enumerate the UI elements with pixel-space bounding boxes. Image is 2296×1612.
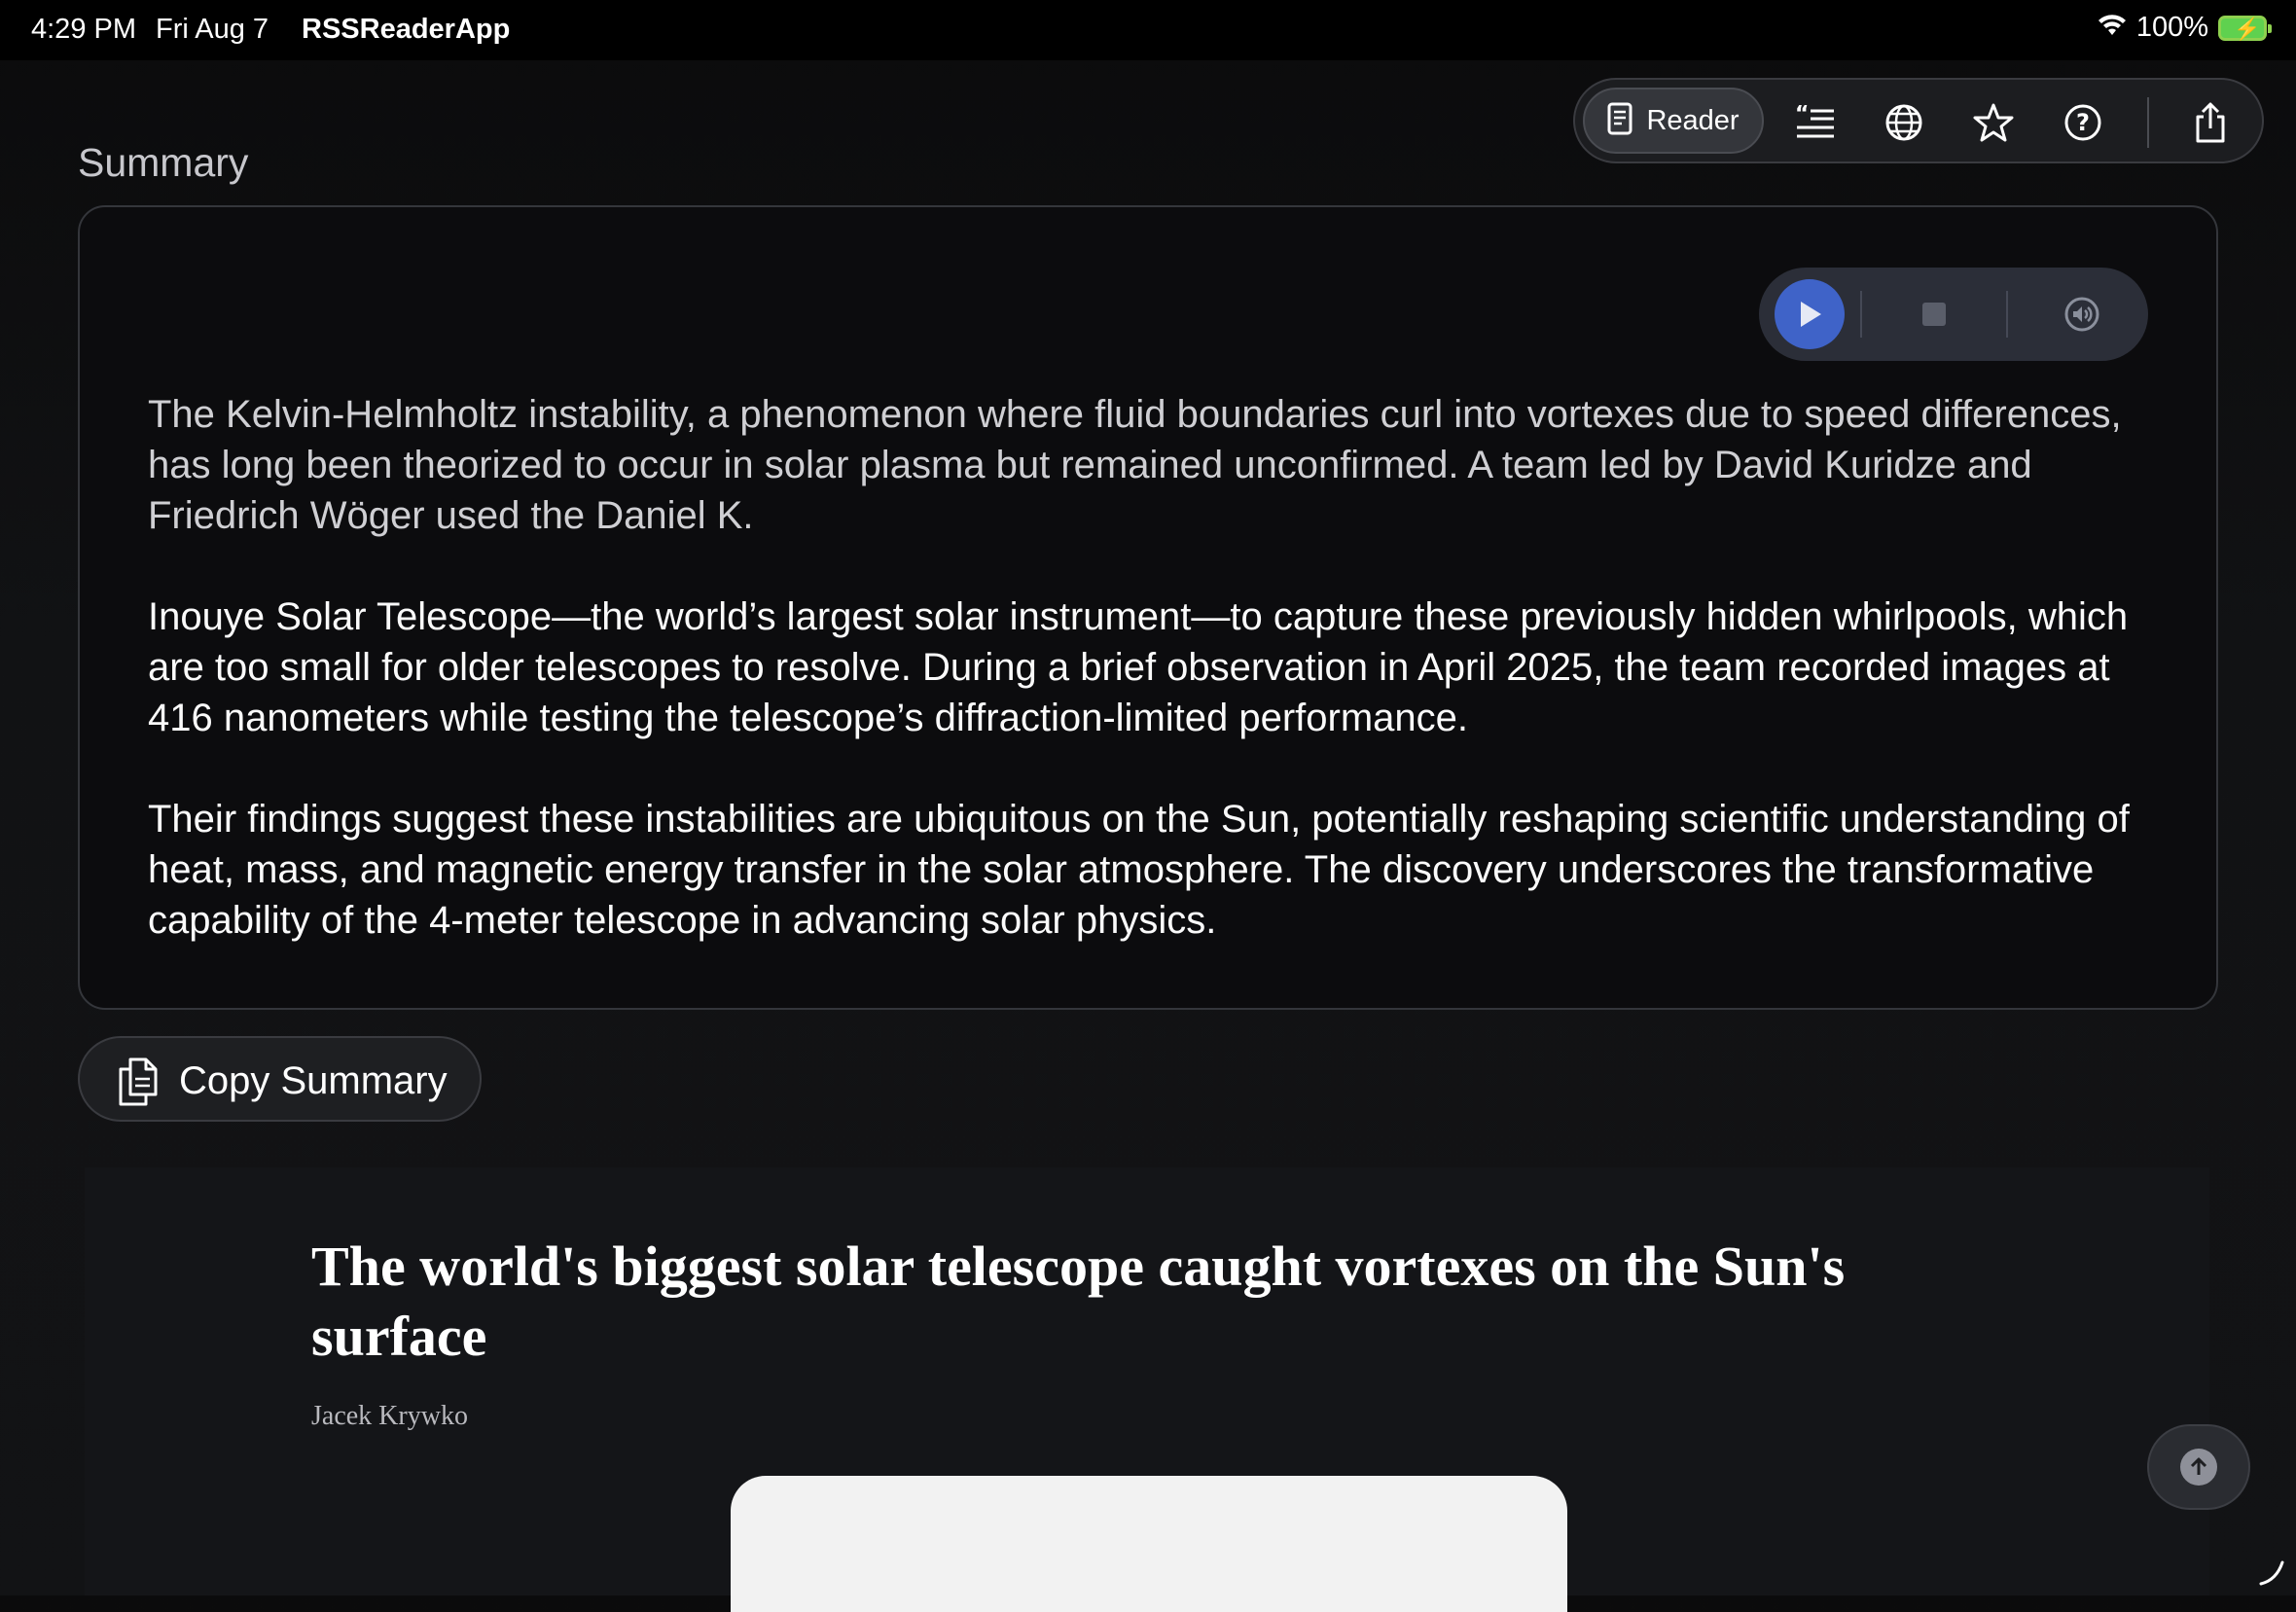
arrow-up-icon xyxy=(2180,1449,2217,1486)
player-divider xyxy=(2006,291,2008,338)
share-icon xyxy=(2196,102,2225,143)
speaker-icon xyxy=(2064,297,2099,332)
wifi-icon xyxy=(2098,14,2127,42)
status-time: 4:29 PM xyxy=(31,14,136,45)
globe-icon xyxy=(1885,104,1922,141)
article-content: The world's biggest solar telescope caug… xyxy=(85,1167,2209,1612)
copy-summary-button[interactable]: Copy Summary xyxy=(78,1036,482,1122)
summary-paragraph: Inouye Solar Telescope—the world’s large… xyxy=(148,595,2129,739)
svg-text:?: ? xyxy=(2076,109,2090,136)
summary-paragraph: Their findings suggest these instabiliti… xyxy=(148,798,2130,942)
play-icon xyxy=(1801,302,1821,327)
reader-toolbar: Reader “ ? xyxy=(1573,78,2264,163)
quote-list-icon: “ xyxy=(1795,105,1834,138)
copy-summary-label: Copy Summary xyxy=(179,1059,448,1102)
audio-player xyxy=(1759,268,2148,361)
reader-page-icon xyxy=(1607,102,1632,140)
svg-text:“: “ xyxy=(1795,105,1809,126)
status-date: Fri Aug 7 xyxy=(156,14,269,45)
battery-percent: 100% xyxy=(2135,12,2208,43)
player-divider xyxy=(1860,291,1862,338)
status-bar: 4:29 PM Fri Aug 7 RSSReaderApp 100% ⚡ xyxy=(0,0,2296,60)
favorite-button[interactable] xyxy=(1964,93,2023,152)
help-icon: ? xyxy=(2064,104,2101,141)
stop-icon xyxy=(1922,303,1946,326)
article-image xyxy=(731,1476,1567,1612)
star-icon xyxy=(1973,103,2014,142)
help-button[interactable]: ? xyxy=(2054,93,2112,152)
article-author: Jacek Krywko xyxy=(311,1401,468,1431)
speaker-button[interactable] xyxy=(2057,289,2107,340)
quote-list-button[interactable]: “ xyxy=(1786,93,1845,152)
resize-handle-icon[interactable] xyxy=(2257,1557,2286,1586)
reader-mode-label: Reader xyxy=(1646,104,1740,136)
summary-paragraph: The Kelvin-Helmholtz instability, a phen… xyxy=(148,393,2122,537)
copy-documents-icon xyxy=(119,1057,158,1106)
stop-button[interactable] xyxy=(1919,299,1950,330)
open-web-button[interactable] xyxy=(1875,93,1933,152)
reader-mode-button[interactable]: Reader xyxy=(1583,88,1764,154)
scroll-to-top-button[interactable] xyxy=(2147,1424,2250,1510)
summary-heading: Summary xyxy=(78,140,249,185)
status-app-name: RSSReaderApp xyxy=(302,14,511,45)
status-right-group: 100% ⚡ xyxy=(2098,12,2272,44)
play-button[interactable] xyxy=(1775,279,1845,349)
battery-icon: ⚡ xyxy=(2218,15,2272,41)
article-title: The world's biggest solar telescope caug… xyxy=(311,1235,1846,1368)
summary-text: The Kelvin-Helmholtz instability, a phen… xyxy=(148,389,2152,996)
share-button[interactable] xyxy=(2181,93,2240,152)
toolbar-divider xyxy=(2147,97,2149,148)
